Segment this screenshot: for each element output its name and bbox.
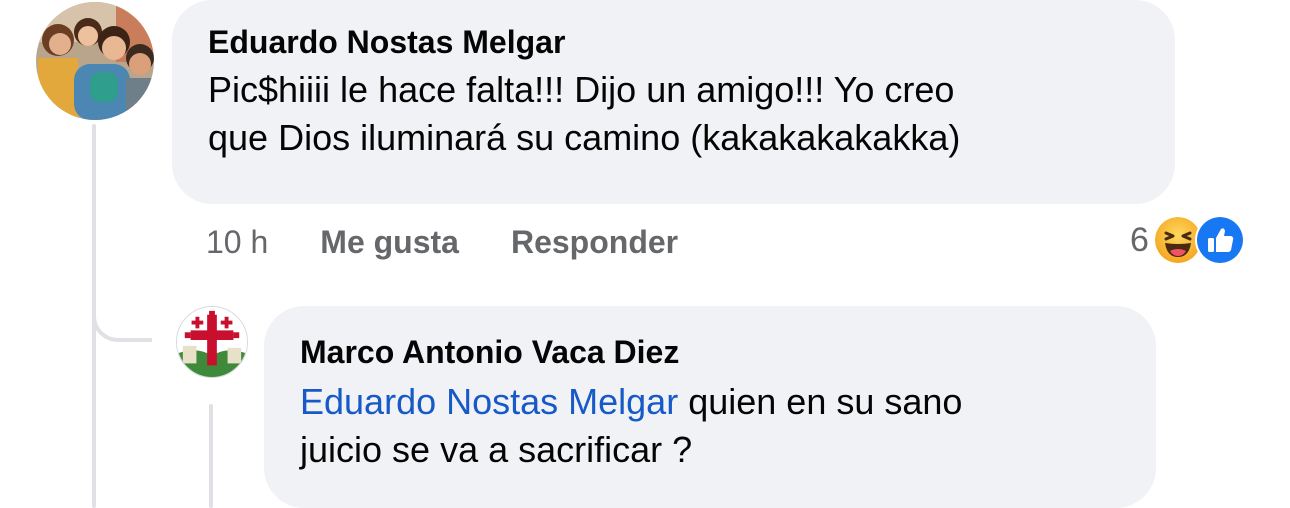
comment-text-line: que Dios iluminará su camino (kakakakaka… [208,117,961,158]
comment-bubble: Eduardo Nostas Melgar Pic$hiiii le hace … [172,0,1175,204]
reply-author[interactable]: Marco Antonio Vaca Diez [300,332,1120,372]
reply-bubble: Marco Antonio Vaca Diez Eduardo Nostas M… [264,306,1156,508]
comment-text: Pic$hiiii le hace falta!!! Dijo un amigo… [208,66,1139,162]
reply-text-line: juicio se va a sacrificar ? [300,429,693,470]
reply-connector [92,290,152,342]
reply-button[interactable]: Responder [511,224,678,261]
reply-text: Eduardo Nostas Melgar quien en su sano j… [300,378,1120,474]
comment-text-line: Pic$hiiii le hace falta!!! Dijo un amigo… [208,69,955,110]
comment-thread: Eduardo Nostas Melgar Pic$hiiii le hace … [0,0,1290,508]
like-icon [1194,215,1245,265]
reply-text-line: Eduardo Nostas Melgar quien en su sano [300,378,1120,426]
comment-author[interactable]: Eduardo Nostas Melgar [208,22,1139,62]
avatar-marco[interactable] [176,306,248,378]
family-photo-avatar [36,2,154,120]
avatar-eduardo[interactable] [36,2,154,120]
reaction-count: 6 [1130,220,1149,259]
reply-thread-line [209,404,213,508]
comment-timestamp[interactable]: 10 h [206,224,268,261]
reply-text-fragment: quien en su sano [678,381,963,422]
like-button[interactable]: Me gusta [320,224,459,261]
comment-actions: 10 h Me gusta Responder [206,220,678,264]
cross-emblem-avatar [177,307,247,377]
reaction-summary[interactable]: 6 [1130,214,1245,266]
mention-link[interactable]: Eduardo Nostas Melgar [300,381,678,422]
